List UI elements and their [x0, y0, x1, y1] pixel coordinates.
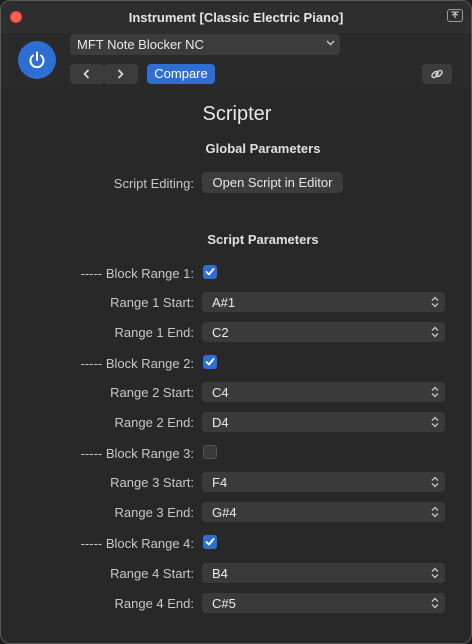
up-down-chevron-icon	[431, 386, 439, 398]
title-bar[interactable]: Instrument [Classic Electric Piano]	[1, 1, 471, 33]
range-2-start-value: C4	[212, 385, 229, 400]
open-script-editor-button[interactable]: Open Script in Editor	[202, 172, 343, 193]
chevron-right-icon	[117, 69, 124, 79]
range-2-end-value: D4	[212, 415, 229, 430]
window-title: Instrument [Classic Electric Piano]	[128, 10, 344, 25]
up-down-chevron-icon	[431, 597, 439, 609]
preset-name: MFT Note Blocker NC	[77, 37, 204, 52]
link-icon	[431, 69, 443, 79]
block-range-2-checkbox[interactable]	[203, 355, 217, 369]
range-1-start-value: A#1	[212, 295, 236, 310]
range-3-start-label: Range 3 Start:	[110, 475, 194, 490]
range-3-end-value: G#4	[212, 505, 237, 520]
up-down-chevron-icon	[431, 296, 439, 308]
range-3-start-value: F4	[212, 475, 228, 490]
block-range-1-checkbox[interactable]	[203, 265, 217, 279]
block-range-3-label: ----- Block Range 3:	[80, 446, 194, 461]
power-button[interactable]	[18, 41, 56, 79]
script-parameters-heading: Script Parameters	[207, 232, 319, 247]
range-1-end-label: Range 1 End:	[114, 325, 194, 340]
chevron-left-icon	[83, 69, 90, 79]
preset-menu[interactable]: MFT Note Blocker NC	[70, 34, 340, 55]
range-2-start-select[interactable]: C4	[202, 382, 445, 402]
range-4-end-label: Range 4 End:	[114, 596, 194, 611]
range-1-start-select[interactable]: A#1	[202, 292, 445, 312]
range-4-end-select[interactable]: C#5	[202, 593, 445, 613]
float-window-button[interactable]	[447, 9, 463, 22]
checkmark-icon	[205, 268, 215, 276]
range-1-end-select[interactable]: C2	[202, 322, 445, 342]
range-1-start-label: Range 1 Start:	[110, 295, 194, 310]
range-4-start-value: B4	[212, 566, 228, 581]
range-4-end-value: C#5	[212, 596, 236, 611]
checkmark-icon	[205, 538, 215, 546]
block-range-4-label: ----- Block Range 4:	[80, 536, 194, 551]
plugin-window: Instrument [Classic Electric Piano] MFT …	[0, 0, 472, 644]
range-3-end-label: Range 3 End:	[114, 505, 194, 520]
range-4-start-label: Range 4 Start:	[110, 566, 194, 581]
next-preset-button[interactable]	[104, 64, 138, 84]
range-2-start-label: Range 2 Start:	[110, 385, 194, 400]
chevron-down-icon	[326, 40, 335, 46]
compare-button[interactable]: Compare	[147, 64, 215, 84]
block-range-1-label: ----- Block Range 1:	[80, 266, 194, 281]
range-1-end-value: C2	[212, 325, 229, 340]
up-down-chevron-icon	[431, 326, 439, 338]
block-range-4-checkbox[interactable]	[203, 535, 217, 549]
up-down-chevron-icon	[431, 567, 439, 579]
power-icon	[29, 51, 45, 69]
block-range-3-checkbox[interactable]	[203, 445, 217, 459]
up-down-chevron-icon	[431, 506, 439, 518]
checkmark-icon	[205, 358, 215, 366]
range-3-end-select[interactable]: G#4	[202, 502, 445, 522]
link-button[interactable]	[422, 64, 452, 84]
up-down-chevron-icon	[431, 416, 439, 428]
range-2-end-label: Range 2 End:	[114, 415, 194, 430]
global-parameters-heading: Global Parameters	[205, 141, 321, 156]
up-down-chevron-icon	[431, 476, 439, 488]
script-editing-label: Script Editing:	[113, 176, 194, 191]
range-4-start-select[interactable]: B4	[202, 563, 445, 583]
previous-preset-button[interactable]	[70, 64, 104, 84]
block-range-2-label: ----- Block Range 2:	[80, 356, 194, 371]
range-3-start-select[interactable]: F4	[202, 472, 445, 492]
range-2-end-select[interactable]: D4	[202, 412, 445, 432]
plugin-title: Scripter	[202, 103, 272, 125]
arrow-up-tray-icon	[451, 11, 459, 18]
